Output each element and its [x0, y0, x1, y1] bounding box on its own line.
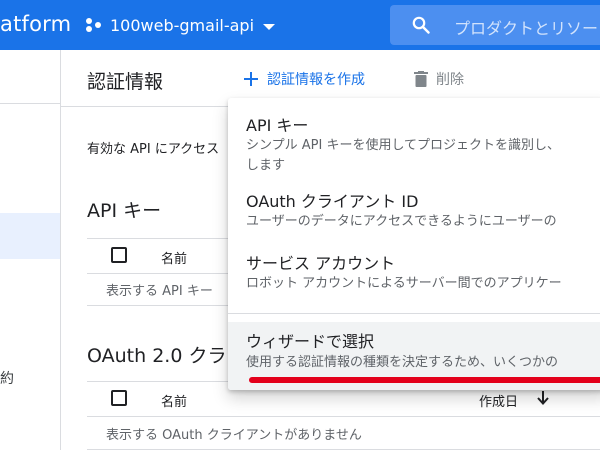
menu-item-label: API キー [246, 116, 309, 135]
oauth-section-title: OAuth 2.0 クラ [87, 345, 227, 367]
api-keys-empty-text: 表示する API キー [106, 284, 213, 299]
menu-item-oauth-client-id[interactable]: OAuth クライアント ID ユーザーのデータにアクセスできるようにユーザーの [228, 186, 600, 248]
create-credentials-menu: API キー シンプル API キーを使用してプロジェクトを識別し、 します O… [228, 98, 600, 390]
create-credentials-button[interactable]: 認証情報を作成 [243, 69, 365, 89]
delete-label: 削除 [436, 72, 464, 88]
page-title: 認証情報 [87, 71, 164, 93]
oauth-empty-text: 表示する OAuth クライアントがありません [106, 428, 362, 443]
menu-item-api-key[interactable]: API キー シンプル API キーを使用してプロジェクトを識別し、 します [228, 98, 600, 186]
search-placeholder: プロダクトとリソー [454, 19, 599, 38]
left-navigation: 約 [0, 50, 61, 450]
column-header-name[interactable]: 名前 [161, 391, 187, 410]
menu-item-label: ウィザードで選択 [246, 332, 375, 351]
menu-item-label: サービス アカウント [246, 254, 396, 273]
project-name: 100web-gmail-api [110, 15, 255, 35]
menu-divider [228, 313, 600, 314]
plus-icon [244, 72, 258, 86]
nav-item-credentials-active[interactable] [0, 213, 60, 259]
platform-brand[interactable]: atform [0, 12, 71, 36]
menu-item-description: シンプル API キーを使用してプロジェクトを識別し、 します [246, 138, 561, 173]
menu-item-service-account[interactable]: サービス アカウント ロボット アカウントによるサーバー間でのアプリケー [228, 248, 600, 310]
create-credentials-label: 認証情報を作成 [267, 72, 365, 88]
menu-item-description: ユーザーのデータにアクセスできるようにユーザーの [246, 214, 557, 229]
nav-item-label-truncated[interactable]: 約 [0, 368, 14, 388]
column-header-created[interactable]: 作成日 [479, 391, 518, 410]
chevron-down-icon [263, 23, 276, 30]
search-bar[interactable]: プロダクトとリソー [390, 5, 600, 45]
select-all-checkbox[interactable] [111, 247, 127, 263]
search-icon [412, 16, 430, 34]
highlight-underline [249, 377, 600, 383]
top-app-bar: atform 100web-gmail-api プロダクトとリソー [0, 0, 600, 50]
menu-item-label: OAuth クライアント ID [246, 192, 419, 211]
nav-divider [0, 103, 60, 104]
menu-item-description: 使用する認証情報の種類を決定するため、いくつかの [246, 355, 559, 370]
api-keys-section-title: API キー [87, 200, 162, 222]
arrow-down-icon[interactable] [535, 390, 551, 406]
trash-icon [414, 71, 428, 87]
project-hub-icon [86, 18, 101, 32]
select-all-checkbox[interactable] [111, 390, 127, 406]
oauth-empty-row: 表示する OAuth クライアントがありません [87, 416, 600, 450]
column-header-name[interactable]: 名前 [161, 248, 187, 267]
menu-item-description: ロボット アカウントによるサーバー間でのアプリケー [246, 276, 562, 291]
delete-button[interactable]: 削除 [414, 69, 464, 89]
page-description: 有効な API にアクセス [87, 142, 220, 157]
project-selector[interactable]: 100web-gmail-api [84, 13, 276, 37]
